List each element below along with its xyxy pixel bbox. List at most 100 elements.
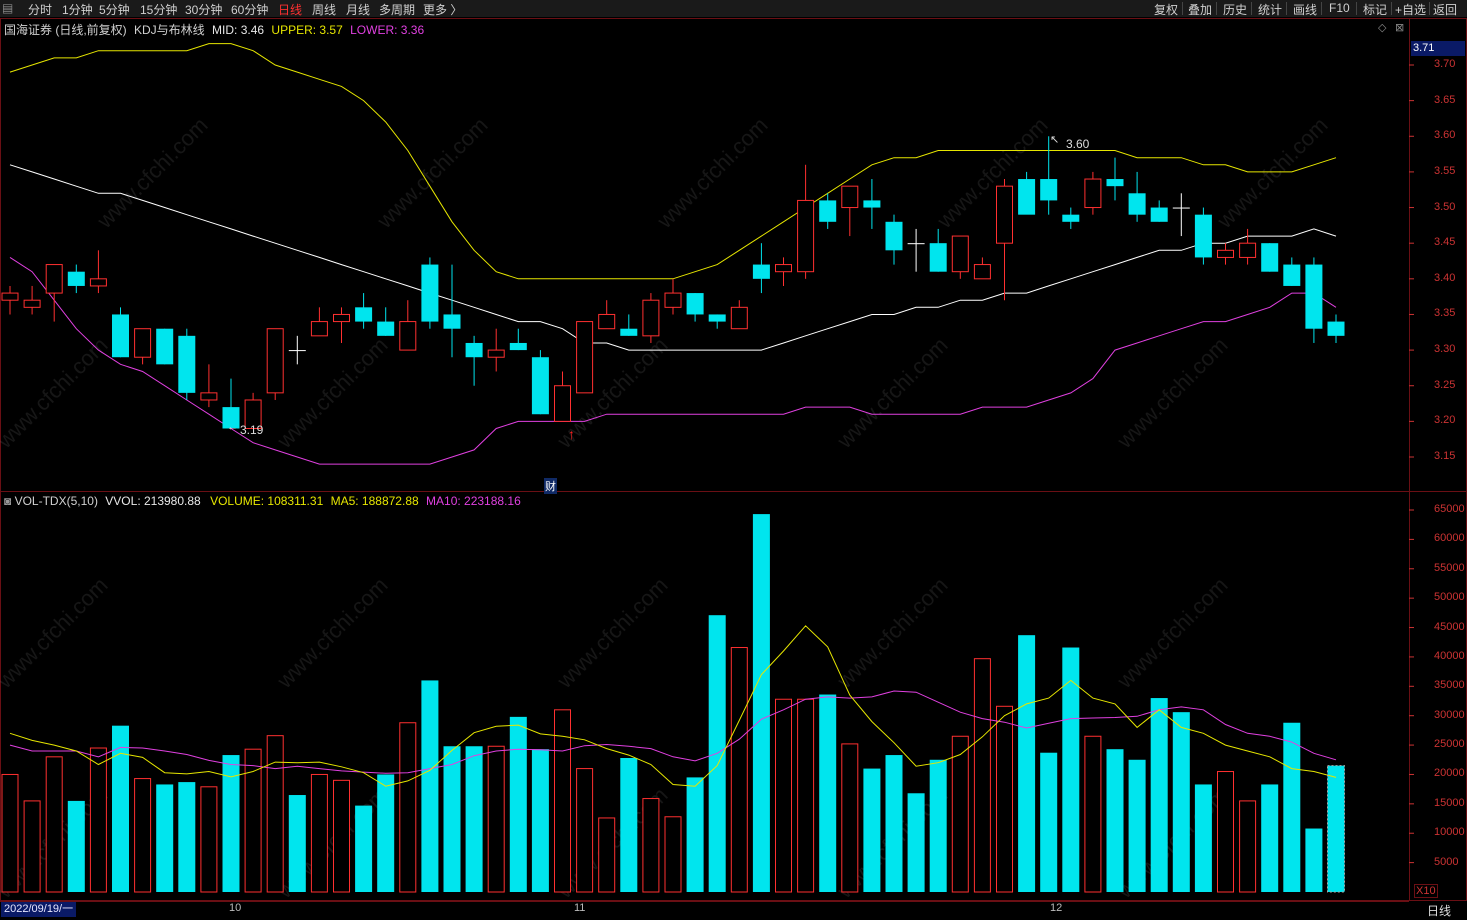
volume-bar-down [907,793,925,892]
volume-bar-down [465,746,483,892]
volume-bar-up [664,816,682,893]
month-tick: 10 [229,902,242,914]
candle-body-up [23,299,41,308]
candle-body-down [1283,264,1301,286]
candle-body-up [134,328,152,358]
candle-body-up [996,185,1013,244]
cursor-date: 2022/09/19/一 [1,901,77,917]
volume-bar-down [178,782,196,892]
candle-body-up [1084,178,1102,209]
candle-body-up [89,278,107,287]
volume-bar-up [89,747,107,893]
volume-bar-up [310,773,328,893]
volume-bar-up [134,778,152,893]
volume-bar-up [266,735,284,893]
volume-bar-up [951,735,969,893]
volume-bar-down [1150,698,1168,892]
finance-marker[interactable]: 财 [544,478,557,494]
candle-body-up [200,392,218,401]
candle-body-down [1261,243,1279,272]
volume-bar-up [399,722,417,893]
status-bar: 2022/09/19/一 10 11 12 日线 [0,901,1467,920]
volume-bar-down [686,777,704,892]
low-price-label: 3.19 [240,423,264,437]
candle-body-down [1106,179,1124,187]
candle-body-down [112,314,129,358]
buy-arrow-icon: ↑ [568,426,575,442]
candle-body-down [465,342,483,358]
volume-bar-down [1128,759,1146,892]
candle-body-down [752,264,770,279]
candle-body-down [421,264,439,322]
volume-bar-up [45,756,63,893]
candle-body-down [443,314,461,329]
candle-body-down [1018,179,1036,215]
candle-body-down [819,200,837,222]
candle-body-down [907,243,925,245]
volume-bar-up [775,698,792,893]
candle-body-down [288,350,306,352]
volume-bar-up [576,768,594,893]
volume-bar-down [752,514,770,892]
candle-body-up [973,264,991,280]
candle-body-down [686,293,704,315]
volume-bar-up [333,779,350,893]
month-tick: 11 [574,902,586,914]
candle-body-down [885,221,903,251]
candle-body-up [664,292,682,308]
candle-body-down [1305,264,1323,329]
candle-body-up [45,264,63,294]
volume-bar-down [1172,712,1190,892]
candle-body-up [487,349,505,358]
volume-bar-down [1261,784,1279,892]
high-price-label: 3.60 [1066,137,1090,151]
candle-body-up [841,185,859,209]
candle-body-down [1062,214,1080,222]
candle-body-up [598,313,616,330]
candle-body-down [509,342,527,351]
volume-bar-down [509,716,527,892]
candle-body-up [310,321,328,337]
volume-bar-down [1327,765,1345,892]
candle-body-down [156,328,174,365]
candle-body-down [1327,321,1345,336]
volume-bar-up [797,698,815,893]
volume-bar-up [487,745,505,893]
volume-bar-down [1018,635,1036,892]
volume-bar-down [1283,722,1301,892]
candle-body-down [863,200,881,208]
volume-bar-down [929,759,947,892]
boll-upper-line [9,43,1337,280]
volume-bar-down [421,680,439,892]
volume-bar-down [863,768,881,892]
volume-bar-down [1106,749,1124,892]
volume-bar-down [377,774,395,892]
status-period: 日线 [1426,904,1451,918]
candle-body-up [1,292,19,301]
candle-body-down [377,321,395,336]
volume-bar-up [244,748,262,893]
month-tick: 12 [1050,902,1063,914]
volume-bar-down [67,800,85,892]
volume-bar-up [642,798,660,893]
volume-bar-up [23,800,41,893]
candle-body-up [333,313,350,323]
candlestick-chart[interactable] [0,0,1467,920]
volume-bar-up [1239,800,1257,893]
volume-bar-up [200,786,218,893]
volume-bar-down [156,784,174,892]
volume-bar-down [620,758,638,892]
volume-bar-up [730,647,748,893]
candle-body-down [67,271,85,286]
volume-bar-up [996,705,1013,893]
candle-body-up [1217,249,1234,258]
volume-bar-down [1040,752,1058,892]
candle-body-down [531,357,549,415]
candle-body-up [775,264,792,273]
candle-body-down [1172,207,1190,209]
volume-bar-up [598,817,616,893]
volume-bar-down [443,746,461,892]
volume-bar-down [112,725,129,892]
candle-body-up [576,321,594,394]
candle-body-up [1239,242,1257,258]
